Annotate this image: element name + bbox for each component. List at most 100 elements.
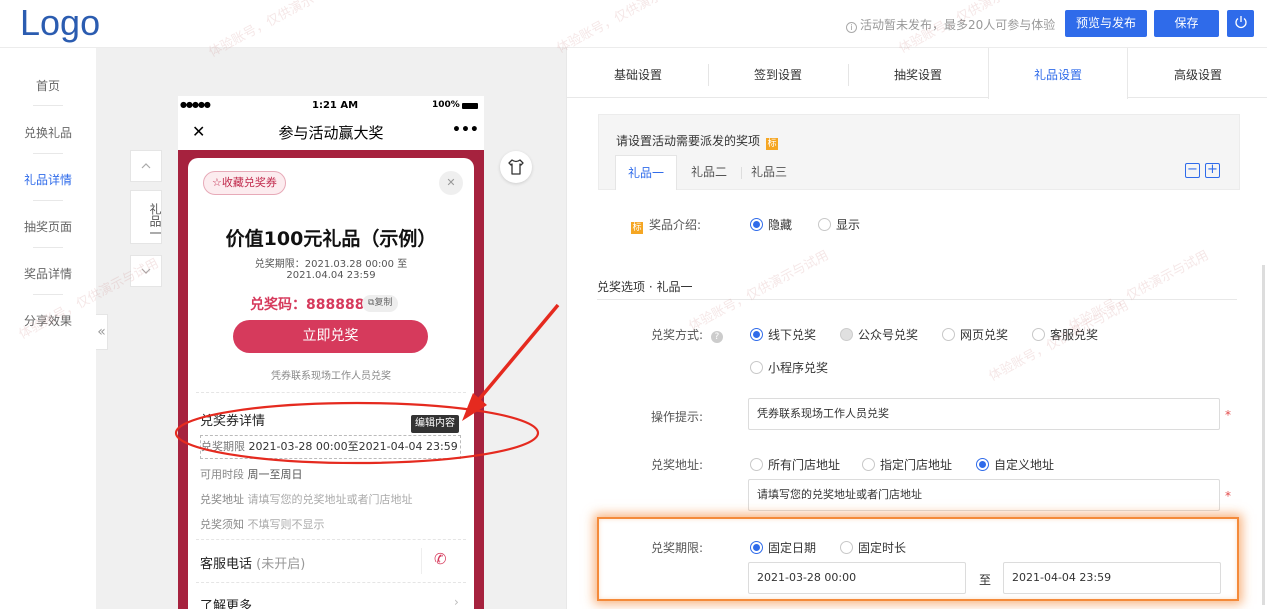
divider [597, 299, 1237, 300]
phone-preview: ●●●●● 1:21 AM 100% ✕ 参与活动赢大奖 ••• ☆收藏兑奖券 … [178, 96, 484, 609]
logo: Logo [20, 2, 101, 43]
tip-label: 操作提示: [651, 410, 704, 424]
radio-icon [750, 361, 763, 374]
preview-publish-button[interactable]: 预览与发布 [1065, 10, 1147, 37]
nav-item-share-effect[interactable]: 分享效果 [0, 312, 96, 329]
gift-header-box: 请设置活动需要派发的奖项标 礼品一 礼品二 礼品三 − + [598, 114, 1240, 190]
power-button[interactable] [1227, 10, 1254, 37]
tab-lottery[interactable]: 抽奖设置 [848, 48, 988, 98]
redeem-now-button[interactable]: 立即兑奖 [233, 320, 428, 353]
period-line-2: 2021.04.04 23:59 [286, 270, 376, 281]
period-line-1: 兑奖期限：2021.03.28 00:00 至 [254, 259, 408, 270]
signal-icon: ●●●●● [180, 100, 211, 109]
detail-row-notice: 兑奖须知 不填写则不显示 [200, 518, 325, 531]
radio-icon [750, 218, 763, 231]
radio-icon [750, 328, 763, 341]
gift-side-label: 礼品一 [130, 190, 162, 244]
detail-row-hours: 可用时段 周一至周日 [200, 468, 303, 481]
gift-tab-2[interactable]: 礼品二 [691, 155, 727, 190]
info-icon: i [846, 22, 857, 33]
nav-item-redeem-gift[interactable]: 兑换礼品 [0, 124, 96, 141]
address-input[interactable]: 请填写您的兑奖地址或者门店地址 [748, 479, 1220, 511]
radio-icon [1032, 328, 1045, 341]
remove-gift-button[interactable]: − [1185, 163, 1200, 178]
method-label: 兑奖方式: ? [651, 326, 723, 343]
divider [33, 294, 63, 295]
tab-checkin[interactable]: 签到设置 [708, 48, 848, 98]
minus-icon: − [1187, 162, 1198, 177]
settings-tabs: 基础设置 签到设置 抽奖设置 礼品设置 高级设置 [567, 48, 1267, 99]
radio-icon [818, 218, 831, 231]
next-gift-button[interactable] [130, 255, 162, 287]
edit-tooltip: 编辑内容 [411, 415, 459, 433]
badge-icon: 标 [631, 222, 643, 234]
intro-show-radio[interactable]: 显示 [818, 216, 860, 233]
divider [741, 167, 742, 179]
status-time: 1:21 AM [312, 100, 359, 111]
section-title: 兑奖选项 · 礼品一 [597, 280, 693, 294]
intro-label: 标奖品介绍: [631, 218, 702, 234]
divider [33, 153, 63, 154]
help-icon: ? [710, 331, 723, 343]
gift-heading: 请设置活动需要派发的奖项标 [616, 134, 779, 150]
service-phone-row: 客服电话 (未开启) [200, 557, 306, 572]
badge-icon: 标 [766, 138, 779, 150]
radio-icon [942, 328, 955, 341]
required-mark: * [1225, 489, 1231, 503]
top-bar: Logo i 活动暂未发布，最多20人可参与体验 预览与发布 保存 [0, 0, 1267, 48]
gift-tab-1[interactable]: 礼品一 [615, 155, 677, 190]
battery-icon [462, 103, 478, 109]
nav-item-prize-details[interactable]: 奖品详情 [0, 265, 96, 282]
method-miniprogram-radio[interactable]: 小程序兑奖 [750, 359, 828, 376]
divider [421, 548, 422, 574]
tab-basic[interactable]: 基础设置 [568, 48, 708, 98]
nav-item-gift-details[interactable]: 礼品详情 [0, 171, 96, 188]
divider [196, 392, 466, 393]
method-offline-radio[interactable]: 线下兑奖 [750, 326, 816, 343]
address-specified-radio[interactable]: 指定门店地址 [862, 456, 952, 473]
address-all-radio[interactable]: 所有门店地址 [750, 456, 840, 473]
battery-text: 100% [432, 100, 460, 110]
tab-gift[interactable]: 礼品设置 [988, 48, 1128, 99]
radio-icon [862, 458, 875, 471]
address-label: 兑奖地址: [651, 458, 704, 472]
end-date-input[interactable]: 2021-04-04 23:59 [1003, 562, 1221, 594]
radio-icon [840, 328, 853, 341]
power-icon [1234, 16, 1247, 29]
learn-more[interactable]: 了解更多 [200, 595, 252, 609]
radio-icon [976, 458, 989, 471]
nav-item-home[interactable]: 首页 [0, 77, 96, 94]
theme-button[interactable] [500, 151, 532, 183]
start-date-input[interactable]: 2021-03-28 00:00 [748, 562, 966, 594]
phone-icon[interactable]: ✆ [434, 550, 447, 568]
gift-tab-3[interactable]: 礼品三 [751, 155, 787, 190]
method-service-radio[interactable]: 客服兑奖 [1032, 326, 1098, 343]
copy-button[interactable]: ⧉复制 [362, 295, 399, 312]
tip-input[interactable]: 凭券联系现场工作人员兑奖 [748, 398, 1220, 430]
collect-coupon-button[interactable]: ☆收藏兑奖券 [203, 171, 286, 195]
save-button[interactable]: 保存 [1154, 10, 1219, 37]
radio-icon [750, 458, 763, 471]
period-fixed-date-radio[interactable]: 固定日期 [750, 539, 816, 556]
address-custom-radio[interactable]: 自定义地址 [976, 456, 1054, 473]
add-gift-button[interactable]: + [1205, 163, 1220, 178]
period-fixed-duration-radio[interactable]: 固定时长 [840, 539, 906, 556]
prev-gift-button[interactable] [130, 150, 162, 182]
divider [196, 582, 466, 583]
detail-row-period[interactable]: 兑奖期限 2021-03-28 00:00至2021-04-04 23:59 [200, 435, 461, 459]
close-icon[interactable]: ✕ [439, 171, 463, 195]
more-icon[interactable]: ••• [452, 122, 479, 138]
divider [33, 247, 63, 248]
phone-body: ☆收藏兑奖券 ✕ 价值100元礼品（示例） 兑奖期限：2021.03.28 00… [178, 150, 484, 609]
scrollbar[interactable] [1262, 265, 1265, 605]
intro-hide-radio[interactable]: 隐藏 [750, 216, 792, 233]
divider [196, 539, 466, 540]
chevron-up-icon [141, 163, 151, 169]
nav-item-lottery-page[interactable]: 抽奖页面 [0, 218, 96, 235]
tab-advanced[interactable]: 高级设置 [1128, 48, 1267, 98]
collapse-nav-button[interactable]: « [96, 314, 108, 350]
redeem-code: 兑奖码：888888 [250, 297, 365, 313]
method-official-account-radio[interactable]: 公众号兑奖 [840, 326, 918, 343]
shirt-icon [508, 159, 524, 175]
method-web-radio[interactable]: 网页兑奖 [942, 326, 1008, 343]
